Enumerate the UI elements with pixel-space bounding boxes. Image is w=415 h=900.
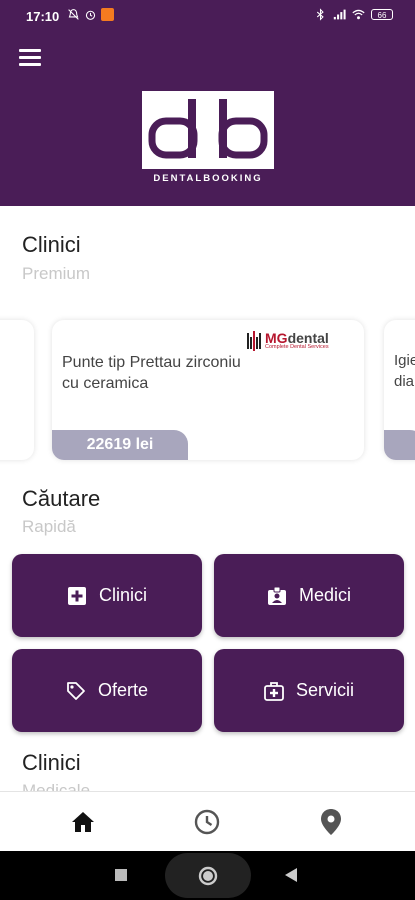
medical-section-title: Clinici (22, 750, 81, 775)
search-offers-button[interactable]: Oferte (12, 649, 202, 732)
mg-logo-icon (247, 331, 261, 351)
brand-tagline: Complete Dental Services (265, 344, 329, 350)
system-home-icon[interactable] (198, 866, 218, 886)
back-icon[interactable] (284, 867, 298, 883)
search-services-label: Servicii (295, 680, 354, 700)
signal-icon (333, 9, 346, 20)
search-section-title: Căutare (22, 486, 101, 511)
recent-apps-icon[interactable] (114, 868, 128, 882)
premium-card[interactable]: MGdental Complete Dental Services Punte … (52, 320, 364, 460)
card-description: Punte tip Prettau zirconiu cu ceramica (62, 354, 241, 392)
db-logo-icon (148, 99, 268, 159)
price-badge: 22619 lei (52, 430, 188, 460)
status-bar: 17:10 66 (0, 0, 415, 30)
nav-map-tab[interactable] (316, 807, 346, 837)
premium-section-subtitle: Premium (22, 264, 91, 283)
alarm-icon (85, 10, 96, 20)
app-header: DENTALBOOKING (0, 30, 415, 206)
premium-card-next[interactable]: Igie ved dia par (384, 320, 415, 460)
app-notification-icon (101, 8, 114, 21)
history-icon (194, 809, 220, 835)
nav-history-tab[interactable] (192, 807, 222, 837)
nav-home-tab[interactable] (68, 807, 98, 837)
plus-square-icon (67, 586, 87, 606)
search-section-subtitle: Rapidă (22, 517, 76, 536)
home-icon (72, 812, 94, 832)
main-content: Clinici Premium MGdental Complete Dental… (0, 206, 415, 791)
tag-icon (66, 681, 86, 701)
battery-icon: 66 (371, 9, 393, 20)
hamburger-menu-icon[interactable] (19, 49, 41, 67)
bluetooth-icon (316, 8, 324, 21)
search-services-button[interactable]: Servicii (214, 649, 404, 732)
search-doctors-button[interactable]: Medici (214, 554, 404, 637)
premium-section-title: Clinici (22, 232, 81, 257)
badge-icon (267, 586, 287, 606)
premium-card-prev[interactable] (0, 320, 34, 460)
search-doctors-label: Medici (298, 585, 351, 605)
mute-icon (68, 9, 79, 20)
search-offers-label: Oferte (97, 680, 149, 700)
search-clinics-button[interactable]: Clinici (12, 554, 202, 637)
system-navigation-bar (0, 851, 415, 900)
status-icons-left (67, 8, 114, 21)
medical-section-subtitle: Medicale (22, 781, 91, 791)
card-description: Igie ved dia par (394, 352, 415, 390)
clinic-brand-logo: MGdental Complete Dental Services (247, 330, 329, 352)
wifi-icon (352, 9, 365, 20)
location-pin-icon (321, 809, 341, 835)
bottom-navigation (0, 791, 415, 852)
app-logo-text: DENTALBOOKING (153, 173, 263, 184)
first-aid-icon (264, 681, 284, 701)
status-time: 17:10 (26, 9, 60, 24)
app-logo (142, 91, 274, 169)
status-icons-right: 66 (314, 8, 393, 21)
search-clinics-label: Clinici (98, 585, 147, 605)
price-badge (384, 430, 415, 460)
